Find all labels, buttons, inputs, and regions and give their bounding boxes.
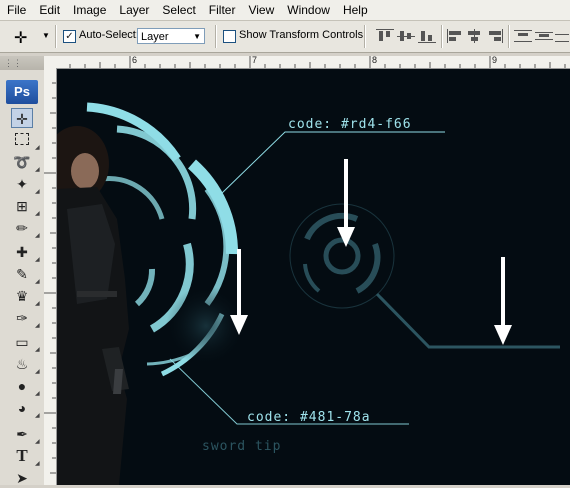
move-tool-icon[interactable]: ✛ [14, 28, 27, 48]
ruler-left-ticks [44, 82, 56, 474]
tool-submenu-indicator: ◢ [35, 257, 40, 263]
auto-select-value: Layer [141, 31, 169, 43]
brush-tool-icon[interactable]: ✎ [11, 264, 33, 284]
ruler-left[interactable] [44, 68, 57, 485]
align-top-icon[interactable] [376, 29, 394, 43]
ruler-number: 8 [372, 55, 378, 65]
show-transform-checkbox[interactable] [223, 30, 236, 43]
align-bottom-icon[interactable] [418, 29, 436, 43]
menu-select[interactable]: Select [155, 0, 201, 20]
options-bar: ✛ ▼ ✓ Auto-Select: Layer ▼ Show Transfor… [0, 21, 570, 53]
connector-line-middle [375, 292, 560, 349]
tool-submenu-indicator: ◢ [35, 347, 40, 353]
ruler-number: 6 [132, 55, 138, 65]
menu-image[interactable]: Image [66, 0, 112, 20]
magic-wand-tool-icon[interactable]: ✦ [11, 174, 33, 194]
align-horizontal-center-icon[interactable] [466, 29, 484, 43]
menu-layer[interactable]: Layer [112, 0, 155, 20]
move-tool-icon[interactable]: ✛ [11, 108, 33, 128]
ps-logo[interactable]: Ps [6, 80, 38, 104]
annotation-arrows [230, 159, 512, 345]
code-label-top: code: #rd4-f66 [288, 117, 412, 132]
pen-tool-icon[interactable]: ✒ [11, 424, 33, 444]
tool-submenu-indicator: ◢ [35, 413, 40, 419]
auto-select-dropdown[interactable]: Layer ▼ [137, 28, 205, 44]
tool-submenu-indicator: ◢ [35, 145, 40, 151]
hud-ring-middle [289, 203, 395, 309]
dodge-tool-icon[interactable]: ◕ [11, 398, 33, 418]
show-transform-label: Show Transform Controls [239, 29, 364, 41]
lasso-tool-icon[interactable]: ➰ [11, 152, 33, 172]
divider [215, 25, 217, 48]
divider [364, 25, 366, 48]
paint-bucket-tool-icon[interactable]: ♨ [11, 354, 33, 374]
menu-window[interactable]: Window [280, 0, 336, 20]
toolbox-grip[interactable]: ⋮⋮ [0, 56, 44, 70]
canvas-artwork: code: #rd4-f66 code: #481-78a sword tip [57, 102, 560, 485]
tool-submenu-indicator: ◢ [35, 369, 40, 375]
ruler-number: 7 [252, 55, 258, 65]
tool-submenu-indicator: ◢ [35, 323, 40, 329]
clone-stamp-tool-icon[interactable]: ♛ [11, 286, 33, 306]
menu-help[interactable]: Help [336, 0, 374, 20]
ruler-number: 9 [492, 55, 498, 65]
chevron-down-icon: ▼ [193, 32, 201, 41]
tool-submenu-indicator: ◢ [35, 391, 40, 397]
align-right-icon[interactable] [486, 29, 504, 43]
tool-submenu-indicator: ◢ [35, 439, 40, 445]
align-vertical-center-icon[interactable] [397, 29, 415, 43]
auto-select-label: Auto-Select: [79, 29, 139, 41]
menu-filter[interactable]: Filter [202, 0, 242, 20]
path-selection-tool-icon[interactable]: ➤ [11, 468, 33, 488]
ruler-top[interactable]: 6 7 8 9 [44, 55, 570, 69]
tool-submenu-indicator: ◢ [35, 301, 40, 307]
tool-submenu-indicator: ◢ [35, 461, 40, 467]
eyedropper-tool-icon[interactable]: ✏ [11, 218, 33, 238]
type-tool-icon[interactable]: T [11, 446, 33, 466]
distribute-center-icon[interactable] [535, 29, 553, 43]
eraser-tool-icon[interactable]: ▭ [11, 332, 33, 352]
tool-submenu-indicator: ◢ [35, 233, 40, 239]
tool-submenu-indicator: ◢ [35, 189, 40, 195]
menu-bar: File Edit Image Layer Select Filter View… [0, 0, 570, 21]
blur-tool-icon[interactable]: ● [11, 376, 33, 396]
healing-brush-tool-icon[interactable]: ✚ [11, 242, 33, 262]
connector-line-top [219, 131, 445, 196]
align-left-icon[interactable] [446, 29, 464, 43]
auto-select-checkbox[interactable]: ✓ [63, 30, 76, 43]
crop-tool-icon[interactable]: ⊞ [11, 196, 33, 216]
code-label-bottom: code: #481-78a [247, 410, 371, 425]
divider [55, 25, 57, 48]
sword-tip-label: sword tip [202, 439, 281, 454]
chevron-down-icon[interactable]: ▼ [42, 31, 50, 40]
tool-submenu-indicator: ◢ [35, 167, 40, 173]
tool-submenu-indicator: ◢ [35, 211, 40, 217]
distribute-top-icon[interactable] [514, 29, 532, 43]
tool-submenu-indicator: ◢ [35, 279, 40, 285]
divider [441, 25, 443, 48]
menu-edit[interactable]: Edit [32, 0, 66, 20]
marquee-tool-icon[interactable] [11, 130, 33, 150]
divider [508, 25, 510, 48]
document-canvas[interactable]: code: #rd4-f66 code: #481-78a sword tip [57, 69, 570, 485]
menu-file[interactable]: File [0, 0, 32, 20]
menu-view[interactable]: View [241, 0, 280, 20]
toolbox: ⋮⋮ Ps ✛ ◢ ➰ ◢ ✦ ◢ ⊞ ◢ ✏ ◢ ✚ ◢ ✎ ◢ ♛ ◢ ✑ … [0, 56, 45, 488]
history-brush-tool-icon[interactable]: ✑ [11, 308, 33, 328]
distribute-bottom-icon[interactable] [555, 29, 570, 43]
